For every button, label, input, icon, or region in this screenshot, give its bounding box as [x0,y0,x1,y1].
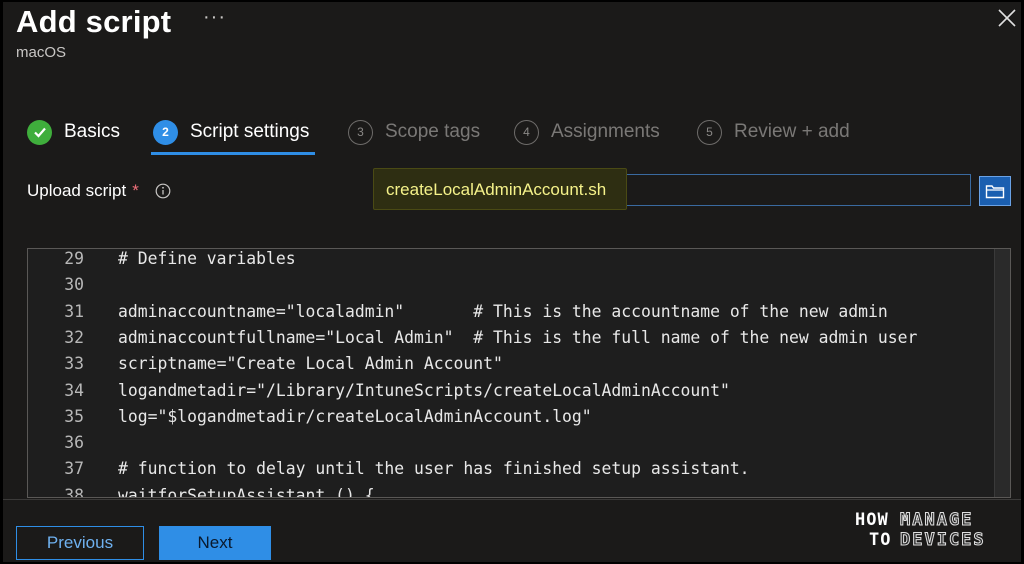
line-number: 29 [64,249,84,268]
line-number: 37 [64,459,84,479]
next-button[interactable]: Next [159,526,271,560]
folder-icon [985,185,1005,199]
step-label: Review + add [734,121,850,142]
upload-label-text: Upload script [27,181,127,200]
step-script-settings[interactable]: 2 Script settings [153,114,309,150]
close-button[interactable] [995,6,1019,30]
logo-to: TO [869,530,892,550]
more-options-button[interactable]: ··· [203,6,226,29]
script-content-viewer[interactable]: 29 # Define variables 30 31 adminaccountna… [27,248,1011,498]
info-icon[interactable] [155,183,171,199]
line-number: 31 [64,301,84,321]
line-number: 36 [64,433,84,453]
step-number: 5 [697,119,722,145]
line-number: 38 [64,485,84,498]
howto-manage-devices-logo: HOW TO MANAGE DEVICES [855,508,989,552]
step-label: Assignments [551,121,660,142]
add-script-panel: Add script ··· macOS Basics 2 Script set… [3,2,1021,562]
step-label: Scope tags [385,121,481,142]
step-label: Script settings [190,121,310,142]
wizard-steps: Basics 2 Script settings 3 Scope tags 4 … [3,114,1021,155]
step-assignments[interactable]: 4 Assignments [514,114,660,150]
line-number: 34 [64,380,84,400]
line-text: adminaccountname="localadmin" # This is … [118,301,888,321]
line-text: logandmetadir="/Library/IntuneScripts/cr… [118,380,730,400]
line-text: # Define variables [118,249,296,268]
step-review-add[interactable]: 5 Review + add [697,114,850,150]
line-text: waitforSetupAssistant () { [118,485,375,498]
checkmark-icon [27,119,52,145]
line-text: # function to delay until the user has f… [118,459,750,479]
step-number: 2 [153,119,178,145]
logo-how: HOW [855,510,889,530]
logo-manage: MANAGE [899,510,974,531]
step-number: 4 [514,119,539,145]
upload-script-label: Upload script * [27,181,171,201]
previous-button[interactable]: Previous [16,526,144,560]
line-number: 32 [64,327,84,347]
line-text: log="$logandmetadir/createLocalAdminAcco… [118,406,592,426]
code-scrollbar[interactable] [994,249,1010,497]
step-label: Basics [64,121,120,142]
screen-frame: Add script ··· macOS Basics 2 Script set… [0,0,1024,564]
step-number: 3 [348,119,373,145]
line-number: 30 [64,275,84,295]
line-text: adminaccountfullname="Local Admin" # Thi… [118,327,918,347]
step-scope-tags[interactable]: 3 Scope tags [348,114,480,150]
line-number: 33 [64,354,84,374]
line-number: 35 [64,406,84,426]
page-subtitle: macOS [16,44,67,61]
line-text: scriptname="Create Local Admin Account" [118,354,503,374]
close-icon [998,9,1016,27]
page-title: Add script [16,4,172,39]
active-step-indicator [151,152,315,155]
browse-file-button[interactable] [979,176,1011,206]
logo-devices: DEVICES [900,530,986,551]
file-name-value: createLocalAdminAccount.sh [386,180,607,199]
step-basics[interactable]: Basics [27,114,120,150]
required-marker: * [132,181,139,200]
